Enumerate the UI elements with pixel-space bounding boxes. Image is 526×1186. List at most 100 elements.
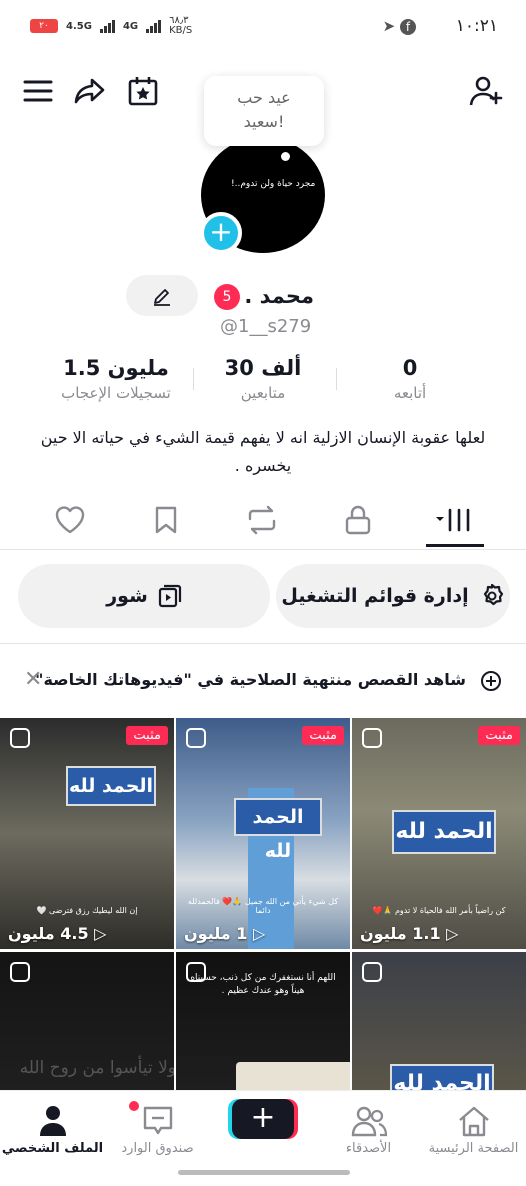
nav-home-label: الصفحة الرئيسية (428, 1141, 519, 1156)
play-icon: ▷ (252, 924, 266, 943)
facebook-icon: f (400, 19, 416, 35)
nav-profile[interactable]: الملف الشخصي (0, 1103, 105, 1156)
video-caption: اللهم أنا نستغفرك من كل ذنب، حسبناه هينا… (190, 973, 336, 996)
plaque (236, 1062, 350, 1090)
video-caption: إن الله ليطيك رزق فترضى 🤍 (36, 906, 138, 915)
stat-followers-label: متابعين (240, 384, 286, 402)
view-count: ▷ 1.1 مليون (360, 924, 458, 943)
view-count-value: 1 مليون (184, 924, 248, 943)
notice-text: شاهد القصص منتهية الصلاحية في "فيديوهاتك… (35, 670, 466, 689)
network-label-2: 4G (122, 20, 139, 32)
inbox-icon (105, 1101, 210, 1139)
profile-handle: @1__s279 (220, 316, 312, 337)
stat-followers-value: 30 ألف (224, 356, 302, 380)
menu-icon[interactable] (20, 73, 56, 109)
profile-tabs (0, 498, 526, 550)
view-count: ▷ 1 مليون (184, 924, 265, 943)
close-icon[interactable]: ✕ (24, 669, 42, 691)
friends-icon (316, 1103, 421, 1139)
share-icon[interactable] (72, 73, 108, 109)
signal-icon-2 (146, 19, 162, 33)
video-grid: الحمد لله مثبت كن راضياً بأمر الله فالحي… (0, 718, 526, 1090)
telegram-icon: ➤ (382, 17, 396, 35)
sign-text: الحمد لله (392, 810, 496, 854)
multi-photo-icon (10, 728, 30, 748)
status-bubble[interactable]: عيد حب سعيد! (204, 76, 324, 146)
stat-following[interactable]: 0 أتابعه (360, 356, 460, 402)
speed-unit: KB/S (169, 25, 193, 36)
videos-icon (436, 508, 470, 532)
bubble-tail (281, 152, 290, 161)
home-icon (421, 1103, 526, 1139)
status-app-icons: ➤ f (383, 17, 416, 35)
manage-playlists-label: إدارة قوائم التشغيل (281, 585, 469, 607)
stat-divider (193, 368, 194, 390)
repost-icon (248, 505, 276, 535)
video-thumbnail[interactable]: اللهم أنا نستغفرك من كل ذنب، حسبناه هينا… (176, 952, 350, 1090)
status-time: ١٠:٢١ (455, 16, 498, 36)
tab-active-indicator (426, 544, 484, 547)
pinned-badge: مثبت (478, 726, 520, 745)
view-count-value: 4.5 مليون (8, 924, 89, 943)
stat-likes[interactable]: 1.5 مليون تسجيلات الإعجاب (46, 356, 186, 402)
nav-home[interactable]: الصفحة الرئيسية (421, 1103, 526, 1156)
video-thumbnail[interactable]: الحمد لله مثبت إن الله ليطيك رزق فترضى 🤍… (0, 718, 174, 949)
multi-photo-icon (362, 728, 382, 748)
expired-stories-notice[interactable]: شاهد القصص منتهية الصلاحية في "فيديوهاتك… (0, 643, 526, 717)
profile-name: محمد . (244, 284, 314, 308)
multi-photo-icon (186, 962, 206, 982)
manage-playlists-button[interactable]: إدارة قوائم التشغيل (276, 564, 510, 628)
stat-followers[interactable]: 30 ألف متابعين (208, 356, 318, 402)
multi-photo-icon (362, 962, 382, 982)
video-thumbnail[interactable]: الحمد لله مثبت كن راضياً بأمر الله فالحي… (352, 718, 526, 949)
lock-icon (345, 505, 371, 535)
status-left: ٢٠ 4.5G 4G ٦٨٫٣ KB/S (30, 16, 192, 36)
edit-profile-button[interactable] (126, 275, 198, 316)
add-friend-icon[interactable] (468, 73, 504, 109)
video-thumbnail[interactable]: الحمد لله مثبت كل شيء يأتي من الله جميل … (176, 718, 350, 949)
nav-friends[interactable]: الأصدقاء (316, 1103, 421, 1156)
video-caption: كل شيء يأتي من الله جميل 🙏❤️ فالحمدلله د… (187, 897, 339, 915)
tab-private[interactable] (328, 498, 388, 542)
pencil-icon (154, 288, 170, 306)
profile-bio: لعلها عقوبة الإنسان الازلية انه لا يفهم … (40, 428, 486, 475)
stat-divider (336, 368, 337, 390)
signal-icon (99, 19, 115, 33)
tab-liked[interactable] (40, 498, 100, 542)
pinned-badge: مثبت (302, 726, 344, 745)
tab-videos[interactable] (424, 498, 484, 542)
home-indicator (178, 1170, 350, 1175)
add-circle-icon (480, 670, 502, 696)
notification-dot (129, 1101, 139, 1111)
view-count-value: 1.1 مليون (360, 924, 441, 943)
video-thumbnail[interactable]: الحمد لله (352, 952, 526, 1090)
shorts-button[interactable]: شور (18, 564, 270, 628)
nav-profile-label: الملف الشخصي (1, 1141, 104, 1156)
tab-saved[interactable] (136, 498, 196, 542)
shorts-icon (158, 584, 181, 608)
tab-reposts[interactable] (232, 498, 292, 542)
network-label-1: 4.5G (66, 20, 92, 32)
video-caption: كن راضياً بأمر الله فالحياة لا تدوم 🙏❤️ (372, 906, 506, 915)
shorts-label: شور (106, 585, 148, 607)
bookmark-icon (155, 506, 177, 534)
video-thumbnail[interactable]: ولا تيأسوا من روح الله (0, 952, 174, 1090)
calendar-star-icon[interactable] (125, 73, 161, 109)
nav-inbox[interactable]: صندوق الوارد (105, 1101, 210, 1156)
bubble-line-2: سعيد! (243, 112, 285, 131)
stat-likes-label: تسجيلات الإعجاب (61, 384, 171, 402)
play-icon: ▷ (446, 924, 459, 943)
battery-icon: ٢٠ (30, 19, 58, 33)
nav-friends-label: الأصدقاء (345, 1141, 392, 1156)
view-count: ▷ 4.5 مليون (8, 924, 106, 943)
profile-badge[interactable]: 5 (214, 284, 240, 310)
wall-writing: ولا تيأسوا من روح الله (19, 1058, 174, 1078)
heart-icon (55, 506, 85, 534)
create-button[interactable]: + (228, 1099, 298, 1139)
add-story-button[interactable]: + (200, 212, 242, 254)
stat-likes-value: 1.5 مليون (63, 356, 169, 380)
multi-photo-icon (10, 962, 30, 982)
nav-inbox-label: صندوق الوارد (121, 1141, 194, 1156)
status-bar: ٢٠ 4.5G 4G ٦٨٫٣ KB/S ➤ f ١٠:٢١ (0, 0, 526, 58)
multi-photo-icon (186, 728, 206, 748)
